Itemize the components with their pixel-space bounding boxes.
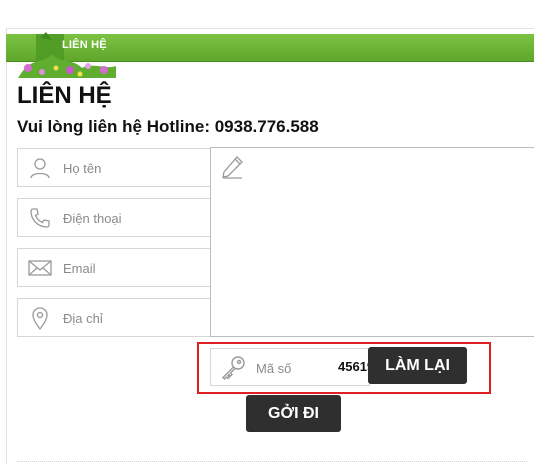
- map-pin-icon: [32, 307, 48, 330]
- page-title: LIÊN HỆ: [17, 82, 112, 109]
- phone-icon: [30, 208, 50, 228]
- reset-button[interactable]: LÀM LẠI: [368, 347, 467, 384]
- submit-button[interactable]: GỞI ĐI: [246, 395, 341, 432]
- address-field[interactable]: Địa chỉ: [17, 298, 211, 337]
- captcha-placeholder: Mã số: [256, 361, 292, 376]
- phone-placeholder: Điện thoại: [63, 211, 122, 226]
- envelope-icon: [28, 260, 52, 276]
- email-placeholder: Email: [63, 261, 96, 276]
- name-placeholder: Họ tên: [63, 161, 102, 176]
- email-field[interactable]: Email: [17, 248, 211, 287]
- hotline-text: Vui lòng liên hệ Hotline: 0938.776.588: [17, 117, 319, 136]
- key-icon: [222, 356, 245, 380]
- message-textarea[interactable]: [210, 147, 534, 337]
- phone-field[interactable]: Điện thoại: [17, 198, 211, 237]
- section-header-label: LIÊN HỆ: [62, 39, 107, 51]
- name-field[interactable]: Họ tên: [17, 148, 211, 187]
- flower-decoration-icon: [18, 32, 116, 78]
- address-placeholder: Địa chỉ: [63, 311, 103, 326]
- user-icon: [30, 158, 50, 179]
- pencil-icon: [222, 156, 243, 179]
